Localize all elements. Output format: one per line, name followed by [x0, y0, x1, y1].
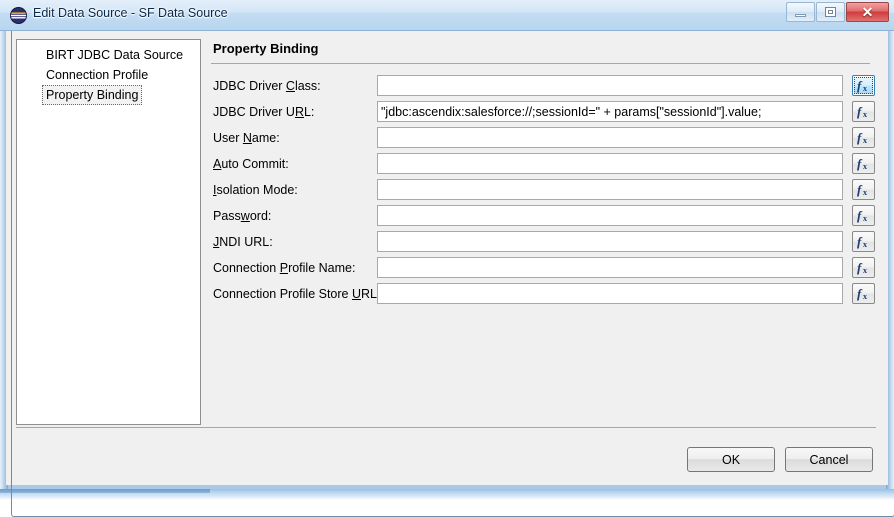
window-title: Edit Data Source - SF Data Source [33, 6, 228, 20]
label-password: Password: [213, 209, 272, 223]
minimize-button[interactable] [786, 2, 815, 22]
dialog-client-area: BIRT JDBC Data Source Connection Profile P… [6, 31, 894, 517]
expression-builder-button[interactable]: fx [852, 75, 875, 96]
sidebar-item-label: Connection Profile [46, 68, 149, 82]
minimize-icon [787, 3, 814, 21]
form-row: Isolation Mode: f x [211, 179, 876, 205]
sidebar-item-birt-jdbc-data-source[interactable]: BIRT JDBC Data Source [17, 45, 200, 65]
form-row: Connection Profile Name: f x [211, 257, 876, 283]
title-separator [211, 63, 870, 64]
label-jdbc-driver-class: JDBC Driver Class: [213, 79, 321, 93]
svg-text:x: x [863, 292, 867, 301]
expression-builder-button[interactable]: fx [852, 283, 875, 304]
label-jndi-url: JNDI URL: [213, 235, 273, 249]
label-auto-commit: Auto Commit: [213, 157, 289, 171]
fx-icon: fx [857, 182, 867, 197]
label-connection-profile-store-url: Connection Profile Store URL: [213, 287, 381, 301]
ok-button[interactable]: OK [687, 447, 775, 472]
fx-icon: fx [857, 130, 867, 145]
label-jdbc-driver-url: JDBC Driver URL: [213, 105, 315, 119]
form-row: JNDI URL: f x [211, 231, 876, 257]
expression-builder-button[interactable]: fx [852, 179, 875, 200]
svg-text:x: x [863, 266, 867, 275]
expression-builder-button[interactable]: fx [852, 257, 875, 278]
svg-text:f: f [857, 78, 863, 93]
property-binding-form: JDBC Driver Class:fxJDBC Driver URL:fxUs… [211, 75, 876, 309]
cancel-button[interactable]: Cancel [785, 447, 873, 472]
fx-icon: fx [857, 260, 867, 275]
input-connection-profile-name[interactable] [377, 257, 843, 278]
expression-builder-button[interactable]: fx [852, 101, 875, 122]
form-row: JDBC Driver Class: f x [211, 75, 876, 101]
close-button[interactable]: ✕ [846, 2, 889, 22]
expression-builder-button[interactable]: fx [852, 153, 875, 174]
svg-text:x: x [863, 188, 867, 197]
close-icon: ✕ [861, 4, 874, 20]
form-row: JDBC Driver URL: fx [211, 101, 876, 127]
label-connection-profile-name: Connection Profile Name: [213, 261, 356, 275]
input-jdbc-driver-class[interactable] [377, 75, 843, 96]
page-list[interactable]: BIRT JDBC Data Source Connection Profile P… [16, 39, 201, 425]
fx-icon: fx [857, 208, 867, 223]
window-glass-shadow [0, 489, 210, 493]
svg-text:x: x [863, 162, 867, 171]
dialog-window: Edit Data Source - SF Data Source ✕ BIRT… [0, 0, 894, 517]
svg-text:x: x [863, 84, 867, 93]
input-jndi-url[interactable] [377, 231, 843, 252]
svg-text:x: x [863, 240, 867, 249]
label-user-name: User Name: [213, 131, 280, 145]
input-auto-commit[interactable] [377, 153, 843, 174]
content-pane: Property Binding JDBC Driver Class: f x JDB… [211, 39, 876, 309]
input-connection-profile-store-url[interactable] [377, 283, 843, 304]
form-row: User Name: f x [211, 127, 876, 153]
label-isolation-mode: Isolation Mode: [213, 183, 298, 197]
expression-builder-button[interactable]: fx [852, 231, 875, 252]
sidebar-item-label: BIRT JDBC Data Source [46, 48, 184, 62]
sidebar-item-label: Property Binding [42, 85, 143, 105]
expression-builder-button[interactable]: fx [852, 205, 875, 226]
birt-data-source-icon [10, 7, 27, 24]
footer-separator [16, 427, 876, 428]
expression-builder-button[interactable]: fx [852, 127, 875, 148]
fx-icon: fx [857, 104, 867, 119]
sidebar-item-connection-profile[interactable]: Connection Profile [17, 65, 200, 85]
form-row: Auto Commit: f x [211, 153, 876, 179]
fx-icon: fx [857, 286, 867, 301]
svg-text:x: x [863, 214, 867, 223]
svg-text:x: x [863, 136, 867, 145]
fx-icon: fx [857, 156, 867, 171]
fx-icon: fx [857, 78, 867, 93]
input-isolation-mode[interactable] [377, 179, 843, 200]
form-row: Connection Profile Store URL: f x [211, 283, 876, 309]
sidebar-item-property-binding[interactable]: Property Binding [17, 85, 200, 105]
fx-icon: fx [857, 234, 867, 249]
svg-text:x: x [863, 110, 867, 119]
title-bar[interactable]: Edit Data Source - SF Data Source ✕ [0, 0, 894, 31]
input-user-name[interactable] [377, 127, 843, 148]
restore-icon [817, 3, 844, 21]
input-jdbc-driver-url[interactable] [377, 101, 843, 122]
form-row: Password: f x [211, 205, 876, 231]
maximize-button[interactable] [816, 2, 845, 22]
input-password[interactable] [377, 205, 843, 226]
page-title: Property Binding [213, 41, 319, 56]
